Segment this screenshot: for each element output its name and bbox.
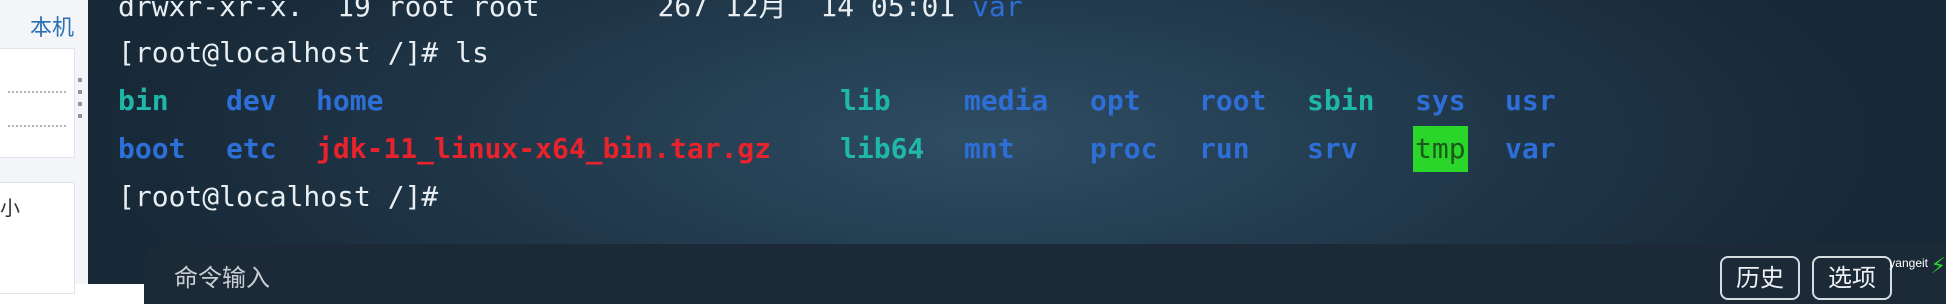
command-input-bar[interactable] xyxy=(144,244,1946,304)
terminal-line-prev: drwxr-xr-x. 19 root root 267 12月 14 05:0… xyxy=(118,0,1023,24)
ls-entry-dir: run xyxy=(1199,132,1250,165)
ls-entry-dir: opt xyxy=(1090,84,1141,117)
ls-entry-symlink: lib xyxy=(840,84,891,117)
watermark-badge: yangeit xyxy=(1889,256,1928,270)
ls-entry-symlink: lib64 xyxy=(840,132,925,165)
dir-name: var xyxy=(972,0,1023,23)
sidebar-local-label[interactable]: 本机 xyxy=(30,10,74,42)
resize-grip-dot[interactable] xyxy=(78,78,82,82)
ls-entry-dir: etc xyxy=(226,132,277,165)
resize-grip-dot[interactable] xyxy=(78,102,82,106)
resize-grip-dot[interactable] xyxy=(78,114,82,118)
ls-entry-symlink: sbin xyxy=(1307,84,1375,117)
ls-entry-symlink: bin xyxy=(118,84,169,117)
ls-entry-dir: mnt xyxy=(964,132,1015,165)
ls-entry-dir: usr xyxy=(1505,84,1556,117)
ls-entry-dir: home xyxy=(316,84,384,117)
ls-entry-dir: sys xyxy=(1415,84,1466,117)
sidebar-small-label: 小 xyxy=(0,196,20,220)
command-input-placeholder[interactable]: 命令输入 xyxy=(174,258,270,293)
ls-entry-dir: media xyxy=(964,84,1049,117)
ls-entry-dir: dev xyxy=(226,84,277,117)
sidebar-panel xyxy=(0,48,75,158)
sidebar-divider xyxy=(8,91,66,93)
lightning-icon: ⚡ xyxy=(1930,254,1946,279)
ls-entry-dir: boot xyxy=(118,132,186,165)
ls-entry-dir: proc xyxy=(1090,132,1158,165)
ls-entry-archive: jdk-11_linux-x64_bin.tar.gz xyxy=(316,132,772,165)
sidebar-divider xyxy=(8,125,66,127)
options-button[interactable]: 选项 xyxy=(1812,256,1892,300)
ls-entry-dir: srv xyxy=(1307,132,1358,165)
ls-entry-dir: root xyxy=(1199,84,1267,117)
terminal-output[interactable]: drwxr-xr-x. 19 root root 267 12月 14 05:0… xyxy=(88,0,1946,284)
ls-entry-sticky-dir: tmp xyxy=(1413,126,1468,172)
terminal-prompt-ls: [root@localhost /]# ls xyxy=(118,36,489,69)
resize-grip-dot[interactable] xyxy=(78,90,82,94)
file-permissions: drwxr-xr-x. 19 root root 267 12月 14 05:0… xyxy=(118,0,973,23)
ls-entry-dir: var xyxy=(1505,132,1556,165)
sidebar: 本机 小 xyxy=(0,0,89,294)
history-button[interactable]: 历史 xyxy=(1720,256,1800,300)
terminal-prompt: [root@localhost /]# xyxy=(118,180,439,213)
